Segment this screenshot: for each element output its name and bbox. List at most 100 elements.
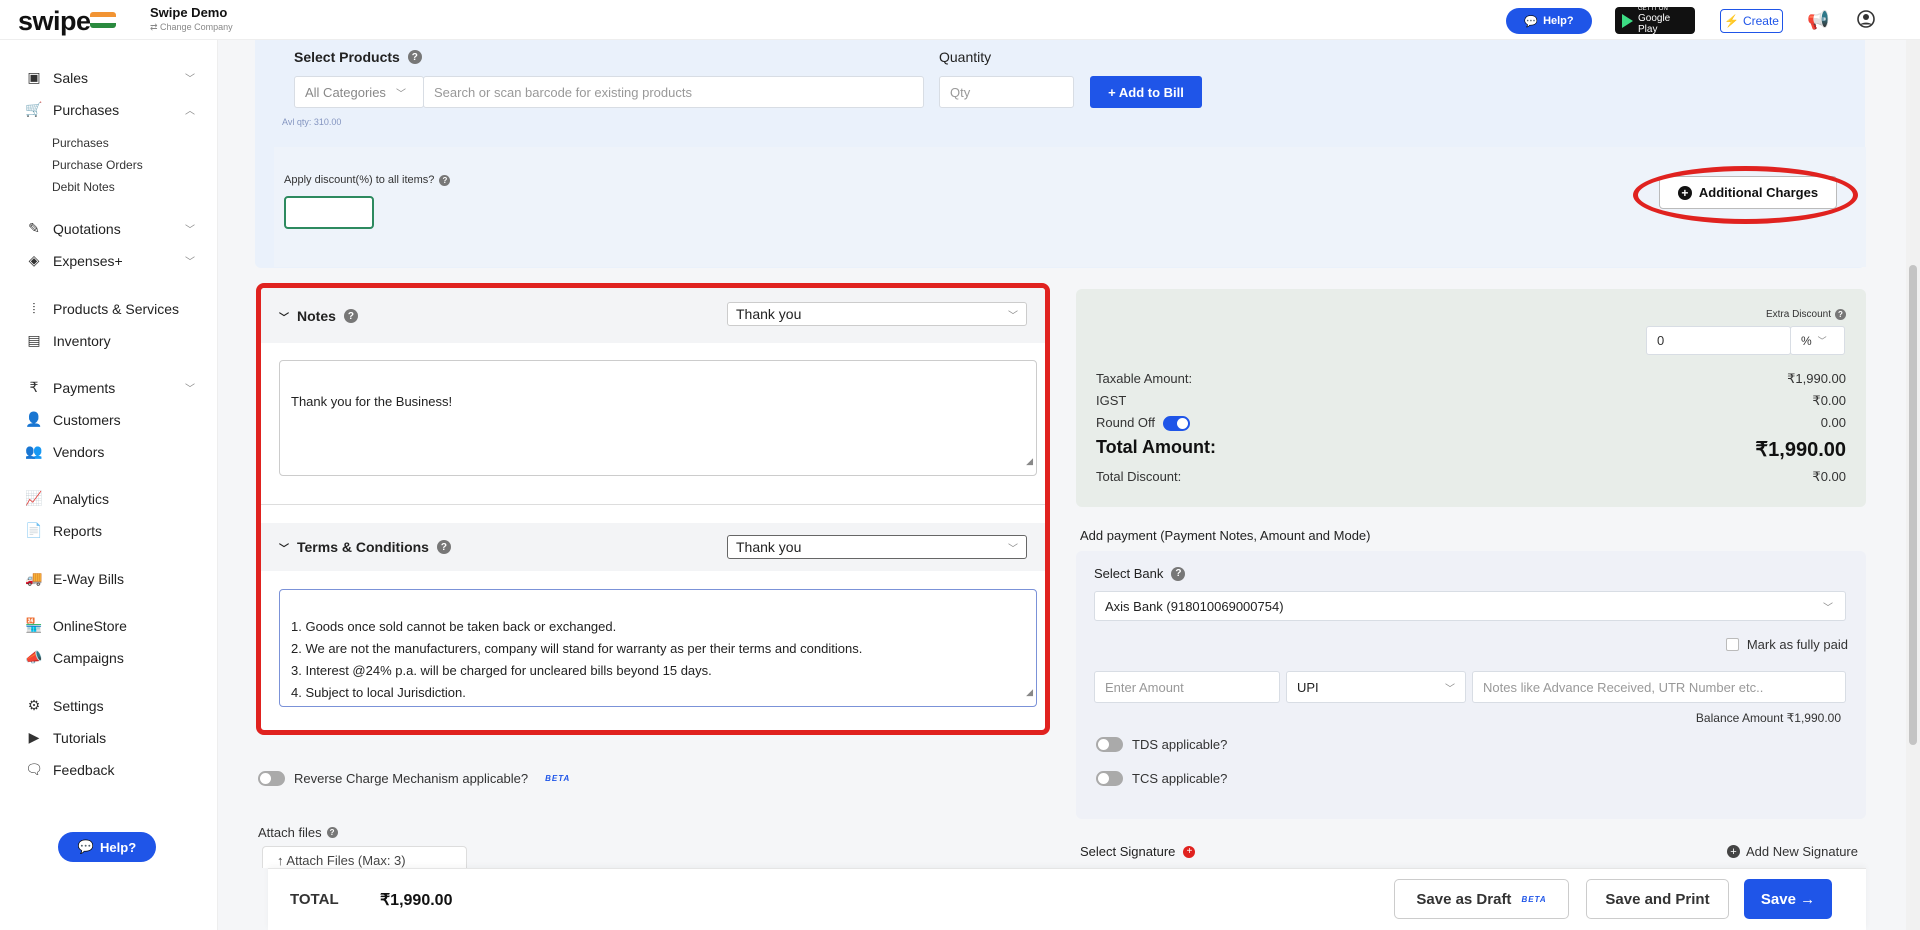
change-company-link[interactable]: ⇄ Change Company: [150, 22, 233, 33]
search-placeholder: Search or scan barcode for existing prod…: [434, 84, 692, 100]
help-button-top[interactable]: 💬 Help?: [1506, 8, 1592, 34]
tcs-toggle[interactable]: [1096, 771, 1123, 786]
resize-handle-icon[interactable]: ◢: [1026, 681, 1033, 703]
add-new-signature-label: Add New Signature: [1745, 844, 1858, 859]
sidebar-label: Products & Services: [53, 300, 180, 317]
sidebar: ▣ Sales ﹀ 🛒 Purchases ︿ Purchases Purcha…: [0, 40, 218, 930]
sidebar-item-tutorials[interactable]: ▶ Tutorials: [25, 729, 195, 746]
chevron-down-icon: ﹀: [279, 543, 289, 555]
chevron-down-icon: ﹀: [1008, 543, 1018, 555]
sidebar-item-online-store[interactable]: 🏪 OnlineStore: [25, 617, 195, 634]
total-discount-value: ₹0.00: [1812, 469, 1846, 484]
notes-text: Thank you for the Business!: [291, 394, 453, 409]
question-icon[interactable]: ?: [407, 50, 422, 64]
discount-percent-input[interactable]: [284, 196, 374, 229]
save-button[interactable]: Save →: [1744, 879, 1832, 919]
sidebar-item-analytics[interactable]: 📈 Analytics: [25, 490, 195, 507]
notes-textarea[interactable]: Thank you for the Business! ◢: [279, 360, 1037, 476]
gplay-line2: Google Play: [1638, 13, 1671, 35]
chevron-up-icon: ︿: [185, 106, 195, 117]
help-button-sidebar[interactable]: 💬 Help?: [58, 832, 156, 862]
sidebar-item-purchases[interactable]: 🛒 Purchases ︿: [25, 101, 195, 118]
mark-paid-row[interactable]: Mark as fully paid: [1725, 637, 1848, 652]
available-qty-text: Avl qty: 310.00: [282, 117, 342, 127]
sidebar-item-payments[interactable]: ₹ Payments ﹀: [25, 379, 195, 396]
sidebar-item-sales[interactable]: ▣ Sales ﹀: [25, 69, 195, 86]
top-bar: swipe Swipe Demo ⇄ Change Company 💬 Help…: [0, 0, 1920, 40]
save-and-print-button[interactable]: Save and Print: [1586, 879, 1729, 919]
user-account-icon[interactable]: [1857, 10, 1875, 33]
gear-icon: ⚙: [27, 697, 41, 713]
megaphone-icon[interactable]: 📢: [1807, 10, 1829, 31]
sidebar-item-expenses[interactable]: ◈ Expenses+ ﹀: [25, 252, 195, 269]
sidebar-item-campaigns[interactable]: 📣 Campaigns: [25, 649, 195, 666]
google-play-badge[interactable]: GET IT ON Google Play: [1615, 6, 1695, 35]
terms-header[interactable]: ﹀ Terms & Conditions ? Thank you ﹀: [261, 523, 1045, 571]
question-icon[interactable]: ?: [1835, 309, 1846, 320]
igst-value: ₹0.00: [1812, 393, 1846, 408]
notes-header[interactable]: ﹀ Notes ? Thank you ﹀: [261, 288, 1045, 343]
notes-terms-card: ﹀ Notes ? Thank you ﹀ Thank you for the …: [256, 283, 1050, 735]
extra-discount-input[interactable]: 0: [1646, 326, 1791, 355]
chart-icon: 📈: [25, 490, 43, 506]
create-button[interactable]: ⚡ Create: [1720, 9, 1783, 33]
company-switcher[interactable]: Swipe Demo ⇄ Change Company: [150, 5, 233, 33]
sidebar-item-vendors[interactable]: 👥 Vendors: [25, 443, 195, 460]
scrollbar[interactable]: [1906, 40, 1920, 930]
bank-select[interactable]: Axis Bank (918010069000754) ﹀: [1094, 591, 1846, 621]
sidebar-item-settings[interactable]: ⚙ Settings: [25, 697, 195, 714]
question-icon[interactable]: ?: [343, 309, 358, 323]
question-icon[interactable]: ?: [326, 827, 338, 838]
add-to-bill-button[interactable]: + Add to Bill: [1090, 76, 1202, 108]
product-search-input[interactable]: Search or scan barcode for existing prod…: [423, 76, 924, 108]
extra-discount-unit-select[interactable]: % ﹀: [1790, 326, 1845, 355]
sidebar-item-feedback[interactable]: 🗨 Feedback: [25, 761, 195, 778]
terms-template-select[interactable]: Thank you ﹀: [727, 535, 1027, 559]
add-new-signature-button[interactable]: + Add New Signature: [1726, 844, 1858, 859]
quantity-input[interactable]: Qty: [939, 76, 1074, 108]
sidebar-item-customers[interactable]: 👤 Customers: [25, 411, 195, 428]
mark-paid-checkbox[interactable]: [1725, 638, 1739, 651]
sidebar-item-eway-bills[interactable]: 🚚 E-Way Bills: [25, 570, 195, 587]
scrollbar-thumb[interactable]: [1909, 265, 1917, 745]
swipe-logo[interactable]: swipe: [18, 6, 91, 37]
igst-label: IGST: [1096, 393, 1127, 408]
feedback-icon: 🗨: [25, 761, 43, 777]
payment-mode-select[interactable]: UPI ﹀: [1286, 671, 1466, 703]
notes-template-select[interactable]: Thank you ﹀: [727, 302, 1027, 326]
question-icon[interactable]: ?: [439, 174, 451, 186]
sidebar-item-products-services[interactable]: ⦙ Products & Services: [25, 300, 195, 317]
payment-card: Select Bank ? Axis Bank (918010069000754…: [1076, 551, 1866, 819]
sidebar-item-reports[interactable]: 📄 Reports: [25, 522, 195, 539]
highlight-ellipse: [1633, 166, 1858, 224]
sidebar-sub-purchases[interactable]: Purchases: [52, 136, 109, 150]
category-select[interactable]: All Categories ﹀: [294, 76, 424, 108]
terms-text: 1. Goods once sold cannot be taken back …: [291, 619, 863, 700]
payment-notes-input[interactable]: Notes like Advance Received, UTR Number …: [1472, 671, 1846, 703]
sidebar-sub-purchase-orders[interactable]: Purchase Orders: [52, 158, 143, 172]
attach-button-label: Attach Files (Max: 3): [286, 853, 406, 868]
tag-icon: ◈: [28, 252, 40, 268]
terms-textarea[interactable]: 1. Goods once sold cannot be taken back …: [279, 589, 1037, 707]
taxable-value: ₹1,990.00: [1787, 371, 1846, 386]
round-off-toggle[interactable]: [1163, 416, 1191, 432]
terms-title-text: Terms & Conditions: [297, 539, 429, 555]
attach-files-label: Attach files ?: [258, 825, 338, 840]
reverse-charge-toggle[interactable]: [258, 771, 285, 786]
amount-input[interactable]: Enter Amount: [1094, 671, 1280, 703]
sidebar-sub-debit-notes[interactable]: Debit Notes: [52, 180, 115, 194]
resize-handle-icon[interactable]: ◢: [1026, 450, 1033, 472]
cart-icon: 🛒: [25, 101, 43, 117]
people-icon: 👥: [25, 443, 43, 459]
round-off-row: Round Off 0.00: [1096, 415, 1846, 432]
question-icon[interactable]: ?: [1171, 566, 1186, 581]
attach-files-button[interactable]: ↑ Attach Files (Max: 3): [262, 846, 467, 868]
question-icon[interactable]: ?: [436, 540, 451, 554]
total-discount-row: Total Discount: ₹0.00: [1096, 469, 1846, 485]
save-as-draft-button[interactable]: Save as Draft BETA: [1394, 879, 1569, 919]
select-signature-label: Select Signature +: [1080, 844, 1196, 859]
sidebar-item-inventory[interactable]: ▤ Inventory: [25, 332, 195, 349]
sidebar-item-quotations[interactable]: ✎ Quotations ﹀: [25, 220, 195, 237]
tds-toggle[interactable]: [1096, 737, 1123, 752]
company-name: Swipe Demo: [150, 5, 228, 20]
